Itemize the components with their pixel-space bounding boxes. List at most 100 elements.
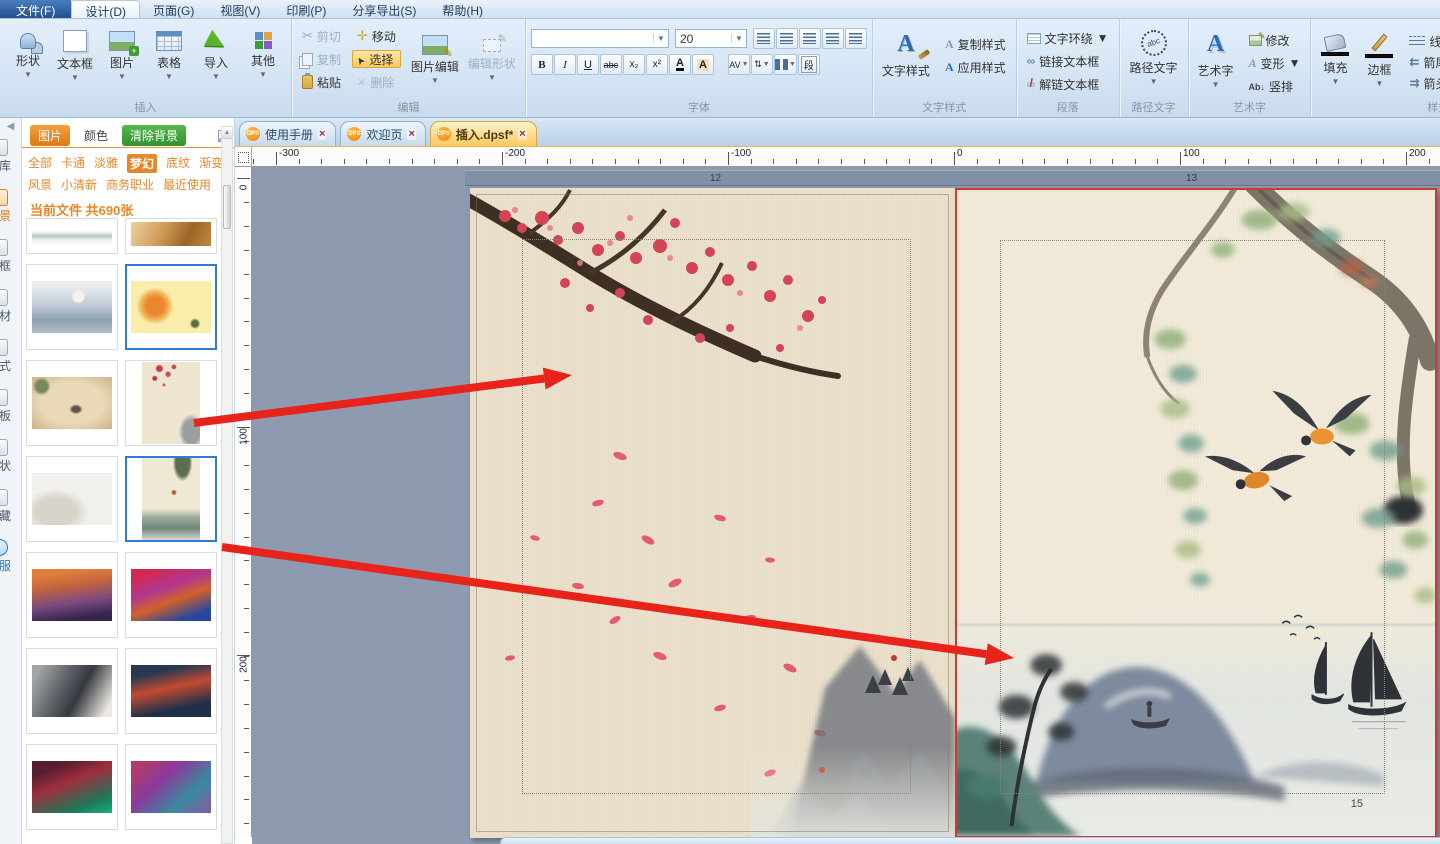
close-tab-icon[interactable]: × — [518, 128, 527, 140]
dock-item-边框[interactable]: 边框 — [0, 236, 21, 286]
doc-tab-欢迎页[interactable]: DPS 欢迎页 × — [340, 121, 426, 146]
line-spacing-button[interactable]: ⇅ ▼ — [750, 54, 773, 75]
background-thumbnail-pale-shore[interactable] — [26, 218, 118, 254]
edit-select-button[interactable]: 选择 — [352, 50, 401, 68]
menu-file[interactable]: 文件(F) — [0, 0, 72, 18]
menu-print[interactable]: 印刷(P) — [273, 0, 339, 18]
scroll-up-icon[interactable]: ▲ — [222, 127, 232, 139]
columns-button[interactable]: ▼ — [773, 54, 797, 75]
align-right-button[interactable] — [798, 28, 821, 49]
dock-item-背景[interactable]: 背景 — [0, 186, 21, 236]
filter-渐变[interactable]: 渐变 — [199, 154, 223, 173]
subscript-button[interactable]: x₂ — [622, 54, 645, 75]
filter-全部[interactable]: 全部 — [28, 154, 52, 173]
line-style-button[interactable]: 线型▼ — [1404, 32, 1440, 50]
edit-move-button[interactable]: 移动 — [352, 27, 401, 45]
superscript-button[interactable]: x² — [645, 54, 668, 75]
arrow-head-button[interactable]: 箭头▼ — [1404, 74, 1440, 92]
horizontal-scrollbar[interactable] — [500, 837, 1440, 844]
panel-tab-颜色[interactable]: 颜色 — [76, 125, 116, 146]
unlink-textbox-button[interactable]: 解链文本框 — [1022, 75, 1114, 93]
align-center-button[interactable] — [775, 28, 798, 49]
background-thumbnail-red-blue-blur[interactable] — [125, 552, 217, 638]
strikethrough-button[interactable]: abc — [599, 54, 622, 75]
highlight-color-button[interactable]: A — [691, 54, 714, 75]
doc-tab-插入.dpsf*[interactable]: DPS 插入.dpsf* × — [429, 121, 537, 146]
background-thumbnail-magenta-teal-blur[interactable] — [125, 744, 217, 830]
align-distributed-button[interactable] — [844, 28, 867, 49]
insert-textbox-button[interactable]: 文本框 ▼ — [52, 23, 98, 82]
background-thumbnail-aurora-blur[interactable] — [26, 744, 118, 830]
dock-item-素材[interactable]: 素材 — [0, 286, 21, 336]
background-thumbnail-vintage-bird[interactable] — [26, 360, 118, 446]
font-size-dropdown-icon[interactable]: ▼ — [731, 34, 746, 43]
dock-item-图库[interactable]: 图库 — [0, 136, 21, 186]
link-textbox-button[interactable]: 链接文本框 — [1022, 52, 1114, 70]
doc-tab-使用手册[interactable]: DPS 使用手册 × — [239, 121, 337, 146]
document-canvas[interactable]: 12 13 15 — [252, 167, 1440, 844]
align-justify-button[interactable] — [821, 28, 844, 49]
page-left-plum-blossom[interactable] — [470, 188, 955, 838]
word-art-button[interactable]: A 艺术字 ▼ — [1194, 27, 1238, 95]
menu-view[interactable]: 视图(V) — [207, 0, 273, 18]
filter-卡通[interactable]: 卡通 — [61, 154, 85, 173]
menu-page-setup[interactable]: 页面(G) — [140, 0, 207, 18]
menu-share-export[interactable]: 分享导出(S) — [339, 0, 429, 18]
font-color-button[interactable]: A — [668, 54, 691, 75]
text-style-button[interactable]: A 文字样式 — [878, 27, 934, 79]
background-thumbnail-golden-sun[interactable] — [125, 264, 217, 350]
arrow-tail-button[interactable]: 箭尾▼ — [1404, 53, 1440, 71]
underline-button[interactable]: U — [576, 54, 599, 75]
paragraph-mark-button[interactable]: 段 — [797, 54, 820, 75]
insert-table-button[interactable]: 表格 ▼ — [146, 23, 192, 81]
panel-tab-图片[interactable]: 图片 — [30, 125, 71, 146]
dock-item-客服[interactable]: 客服 — [0, 536, 21, 586]
background-thumbnail-orange-purple-blur[interactable] — [26, 552, 118, 638]
text-wrap-button[interactable]: 文字环绕 ▼ — [1022, 29, 1114, 47]
background-thumbnail-gray-blur[interactable] — [26, 648, 118, 734]
fill-button[interactable]: 填充 ▼ — [1316, 27, 1354, 92]
dock-item-版式[interactable]: 版式 — [0, 336, 21, 386]
bold-button[interactable]: B — [530, 54, 553, 75]
menu-help[interactable]: 帮助(H) — [429, 0, 496, 18]
close-tab-icon[interactable]: × — [318, 128, 327, 140]
filter-风景[interactable]: 风景 — [28, 176, 52, 193]
char-spacing-button[interactable]: AV ▼ — [727, 54, 750, 75]
background-thumbnail-vine-birds[interactable] — [125, 456, 217, 542]
insert-picture-button[interactable]: 图片 ▼ — [99, 23, 145, 81]
insert-import-button[interactable]: 导入 ▼ — [193, 23, 239, 81]
warp-button[interactable]: A 变形 ▼ — [1244, 54, 1306, 72]
edit-image-edit-button[interactable]: 图片编辑 ▼ — [407, 27, 463, 91]
close-tab-icon[interactable]: × — [407, 128, 416, 140]
dock-item-形状[interactable]: 形状 — [0, 436, 21, 486]
copy-style-button[interactable]: A 复制样式 — [940, 35, 1011, 53]
vertical-text-button[interactable]: 竖排 — [1244, 77, 1306, 95]
insert-other-button[interactable]: 其他 ▼ — [240, 23, 286, 81]
path-text-button[interactable]: 路径文字 ▼ — [1125, 23, 1183, 86]
filter-梦幻[interactable]: 梦幻 — [127, 154, 158, 173]
italic-button[interactable]: I — [553, 54, 576, 75]
background-thumbnail-navy-red-blur[interactable] — [125, 648, 217, 734]
background-thumbnail-tan-abstract[interactable] — [125, 218, 217, 254]
menu-design[interactable]: 设计(D) — [71, 0, 140, 19]
modify-button[interactable]: 修改 — [1244, 31, 1306, 49]
sidebar-scrollbar[interactable]: ▲ — [221, 126, 233, 844]
page-right-landscape-selected[interactable]: 15 — [955, 188, 1437, 838]
sidebar-scrollbar-thumb[interactable] — [223, 185, 231, 229]
dock-item-收藏[interactable]: 收藏 — [0, 486, 21, 536]
font-family-select[interactable]: ▼ — [530, 29, 669, 48]
filter-底纹[interactable]: 底纹 — [166, 154, 190, 173]
apply-style-button[interactable]: A 应用样式 — [940, 58, 1011, 76]
border-button[interactable]: 边框 ▼ — [1360, 27, 1398, 92]
dock-item-模板[interactable]: 模板 — [0, 386, 21, 436]
insert-shapes-button[interactable]: 形状 ▼ — [5, 23, 51, 81]
align-left-button[interactable] — [752, 28, 775, 49]
filter-商务职业[interactable]: 商务职业 — [106, 176, 154, 193]
filter-最近使用[interactable]: 最近使用 — [163, 176, 211, 193]
edit-paste-button[interactable]: 粘贴 — [297, 73, 346, 91]
font-family-dropdown-icon[interactable]: ▼ — [653, 34, 668, 43]
font-size-select[interactable]: 20 ▼ — [674, 29, 747, 48]
collapse-panel-icon[interactable]: ◀ — [0, 118, 21, 136]
panel-tab-清除背景[interactable]: 清除背景 — [122, 125, 187, 146]
background-thumbnail-plum-paper[interactable] — [125, 360, 217, 446]
